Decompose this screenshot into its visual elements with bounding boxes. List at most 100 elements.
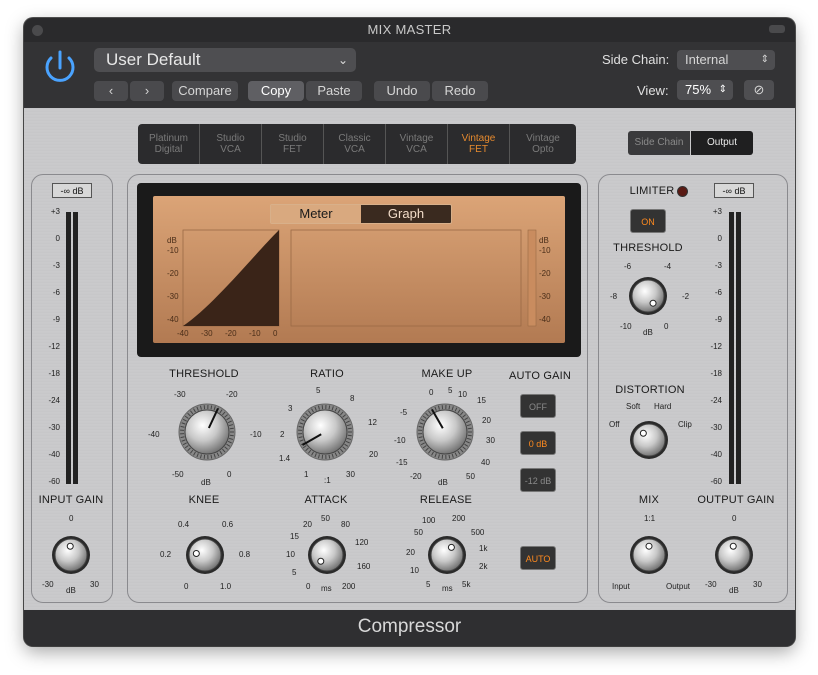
- knee-tick: 0.8: [239, 550, 251, 559]
- input-gain-knob[interactable]: [47, 531, 95, 579]
- make-up-tick: -10: [394, 436, 406, 445]
- limiter-on-button[interactable]: ON: [630, 209, 666, 233]
- previous-preset-button[interactable]: ‹: [94, 81, 128, 101]
- make-up-tick: 10: [458, 390, 467, 399]
- copy-button[interactable]: Copy: [248, 81, 304, 101]
- meter-scale-tick: -6: [52, 288, 60, 297]
- threshold-knob[interactable]: [177, 402, 237, 462]
- view-zoom-select[interactable]: 75% ⇕: [677, 80, 733, 100]
- view-label: View:: [637, 83, 669, 98]
- make-up-tick: 20: [482, 416, 491, 425]
- meter-scale-tick: 0: [55, 234, 60, 243]
- release-tick: 20: [406, 548, 415, 557]
- attack-tick: 80: [341, 520, 350, 529]
- preset-menu[interactable]: User Default ⌄: [94, 48, 356, 72]
- model-vintage-fet[interactable]: Vintage FET: [448, 124, 510, 164]
- title-bar: MIX MASTER: [24, 18, 795, 42]
- meter-scale-tick: -30: [710, 423, 722, 432]
- model-classic-vca[interactable]: Classic VCA: [324, 124, 386, 164]
- mix-tick: 1:1: [644, 514, 656, 523]
- redo-button[interactable]: Redo: [432, 81, 488, 101]
- limiter-threshold-tick: dB: [643, 328, 653, 337]
- ratio-tick: 1: [304, 470, 309, 479]
- mix-label: MIX: [638, 494, 660, 506]
- meter-scale-tick: +3: [712, 207, 722, 216]
- side-chain-select[interactable]: Internal ⇕: [677, 50, 775, 70]
- ratio-tick: 5: [316, 386, 321, 395]
- model-studio-fet[interactable]: Studio FET: [262, 124, 324, 164]
- attack-tick: 120: [355, 538, 369, 547]
- knee-label: KNEE: [188, 494, 220, 506]
- ratio-label: RATIO: [310, 368, 344, 380]
- threshold-tick: -40: [148, 430, 160, 439]
- mix-tick: Input: [612, 582, 630, 591]
- output-gain-knob[interactable]: [710, 531, 758, 579]
- knee-tick: 0.6: [222, 520, 234, 529]
- limiter-threshold-knob[interactable]: [624, 272, 672, 320]
- threshold-tick: -30: [174, 390, 186, 399]
- meter-scale-tick: -6: [714, 288, 722, 297]
- meter-scale-tick: -60: [48, 477, 60, 486]
- auto-gain-minus12-button[interactable]: -12 dB: [520, 468, 556, 492]
- meter-scale-tick: -24: [710, 396, 722, 405]
- mix-knob[interactable]: [625, 531, 673, 579]
- input-level-readout: -∞ dB: [52, 183, 92, 198]
- distortion-tick: Off: [609, 420, 620, 429]
- graph-bottom-tick: -40: [177, 329, 189, 338]
- threshold-label: THRESHOLD: [169, 368, 239, 380]
- graph-bottom-tick: 0: [273, 329, 278, 338]
- release-tick: 2k: [479, 562, 488, 571]
- output-gain-label: OUTPUT GAIN: [697, 494, 775, 506]
- ratio-knob[interactable]: [295, 402, 355, 462]
- compare-button[interactable]: Compare: [172, 81, 238, 101]
- graph-bottom-tick: -20: [225, 329, 237, 338]
- auto-release-button[interactable]: AUTO: [520, 546, 556, 570]
- model-platinum-digital[interactable]: Platinum Digital: [138, 124, 200, 164]
- output-meter-right: [736, 212, 741, 484]
- meter-scale-tick: -3: [714, 261, 722, 270]
- graph-display: Meter Graph dB -10 -20 -30 -40 dB -10 -20 -30 -40…: [137, 183, 581, 357]
- meter-scale-tick: -40: [48, 450, 60, 459]
- make-up-tick: -15: [396, 458, 408, 467]
- auto-gain-off-button[interactable]: OFF: [520, 394, 556, 418]
- model-vintage-vca[interactable]: Vintage VCA: [386, 124, 448, 164]
- distortion-knob[interactable]: [625, 416, 673, 464]
- output-level-readout: -∞ dB: [714, 183, 754, 198]
- meter-scale-tick: -18: [48, 369, 60, 378]
- attack-knob[interactable]: [303, 531, 351, 579]
- distortion-tick: Hard: [654, 402, 672, 411]
- release-tick: ms: [442, 584, 453, 593]
- side-chain-view-button[interactable]: Side Chain: [628, 131, 690, 155]
- plugin-window: MIX MASTER User Default ⌄ ‹ › Compare Cop…: [24, 18, 795, 646]
- model-vintage-opto[interactable]: Vintage Opto: [510, 124, 576, 164]
- input-meter-right: [73, 212, 78, 484]
- model-studio-vca[interactable]: Studio VCA: [200, 124, 262, 164]
- attack-tick: 5: [292, 568, 297, 577]
- paste-button[interactable]: Paste: [306, 81, 362, 101]
- ratio-tick: :1: [324, 476, 331, 485]
- meter-scale-tick: -9: [714, 315, 722, 324]
- release-tick: 5k: [462, 580, 471, 589]
- threshold-tick: 0: [227, 470, 232, 479]
- make-up-label: MAKE UP: [421, 368, 473, 380]
- make-up-knob[interactable]: [415, 402, 475, 462]
- ratio-tick: 1.4: [279, 454, 291, 463]
- power-icon[interactable]: [38, 46, 82, 90]
- graph-left-tick: -10: [167, 246, 179, 255]
- input-gain-tick: dB: [66, 586, 76, 595]
- link-button[interactable]: ⊘: [744, 80, 774, 100]
- graph-bottom-tick: -30: [201, 329, 213, 338]
- graph-left-tick: -40: [167, 315, 179, 324]
- knee-knob[interactable]: [181, 531, 229, 579]
- release-knob[interactable]: [423, 531, 471, 579]
- undo-button[interactable]: Undo: [374, 81, 430, 101]
- auto-gain-0db-button[interactable]: 0 dB: [520, 431, 556, 455]
- next-preset-button[interactable]: ›: [130, 81, 164, 101]
- output-view-button[interactable]: Output: [691, 131, 753, 155]
- graph-left-tick: -30: [167, 292, 179, 301]
- release-tick: 5: [426, 580, 431, 589]
- make-up-tick: -5: [400, 408, 408, 417]
- release-tick: 10: [410, 566, 419, 575]
- ratio-tick: 2: [280, 430, 285, 439]
- window-control-button[interactable]: [769, 25, 785, 33]
